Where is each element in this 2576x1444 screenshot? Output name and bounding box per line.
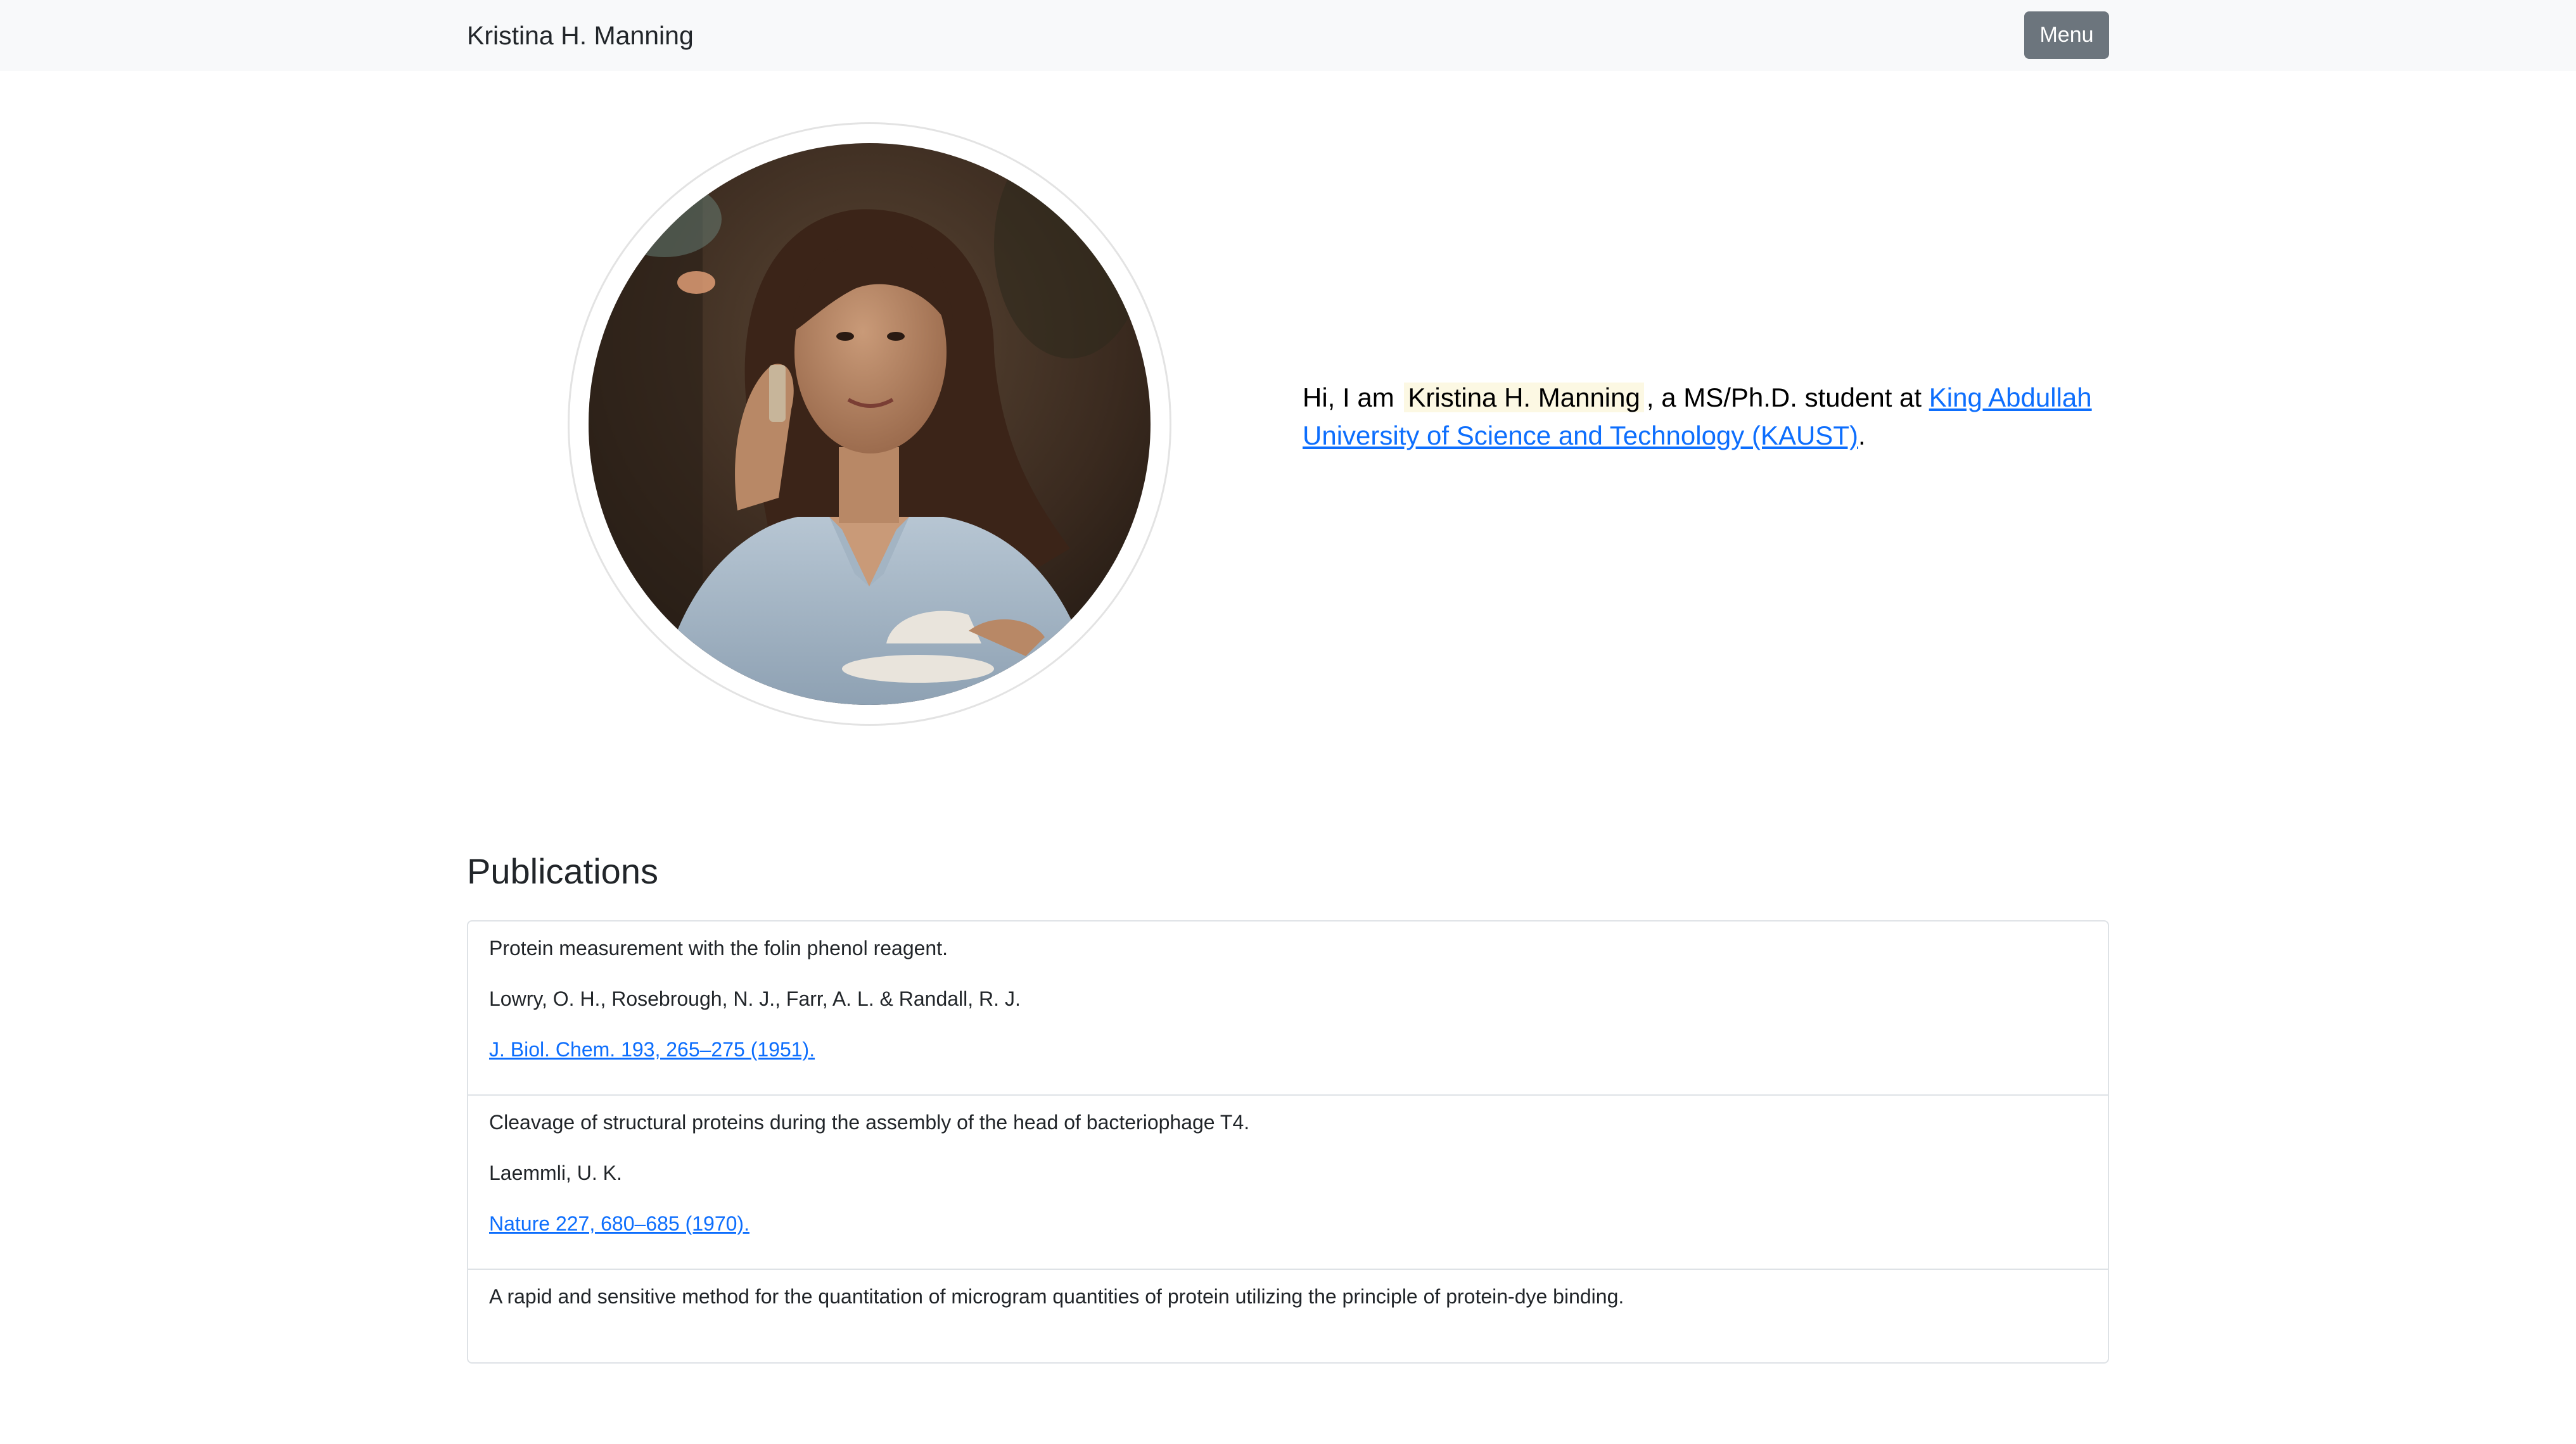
publication-item: Protein measurement with the folin pheno… [468, 922, 2108, 1096]
publication-citation-link[interactable]: Nature 227, 680–685 (1970). [489, 1210, 749, 1238]
publications-heading: Publications [467, 851, 658, 891]
publications-list: Protein measurement with the folin pheno… [467, 920, 2109, 1364]
publication-title: Cleavage of structural proteins during t… [489, 1111, 1250, 1134]
avatar-photo [589, 143, 1151, 705]
brand-link[interactable]: Kristina H. Manning [467, 19, 694, 52]
intro-middle: , a MS/Ph.D. student at [1646, 383, 1922, 412]
publication-authors: Lowry, O. H., Rosebrough, N. J., Farr, A… [489, 987, 1021, 1010]
publication-title: Protein measurement with the folin pheno… [489, 937, 948, 960]
intro-text: Hi, I am Kristina H. Manning, a MS/Ph.D.… [1303, 379, 2101, 455]
intro-suffix: . [1858, 421, 1866, 450]
publication-authors: Laemmli, U. K. [489, 1162, 622, 1184]
menu-button[interactable]: Menu [2024, 11, 2109, 59]
avatar [589, 143, 1151, 705]
publication-citation-link[interactable]: J. Biol. Chem. 193, 265–275 (1951). [489, 1036, 815, 1063]
name-highlight: Kristina H. Manning [1404, 383, 1644, 412]
publication-title: A rapid and sensitive method for the qua… [489, 1285, 1624, 1308]
top-navbar: Kristina H. Manning Menu [0, 0, 2576, 71]
publication-item: A rapid and sensitive method for the qua… [468, 1270, 2108, 1444]
intro-prefix: Hi, I am [1303, 383, 1394, 412]
publication-item: Cleavage of structural proteins during t… [468, 1096, 2108, 1270]
